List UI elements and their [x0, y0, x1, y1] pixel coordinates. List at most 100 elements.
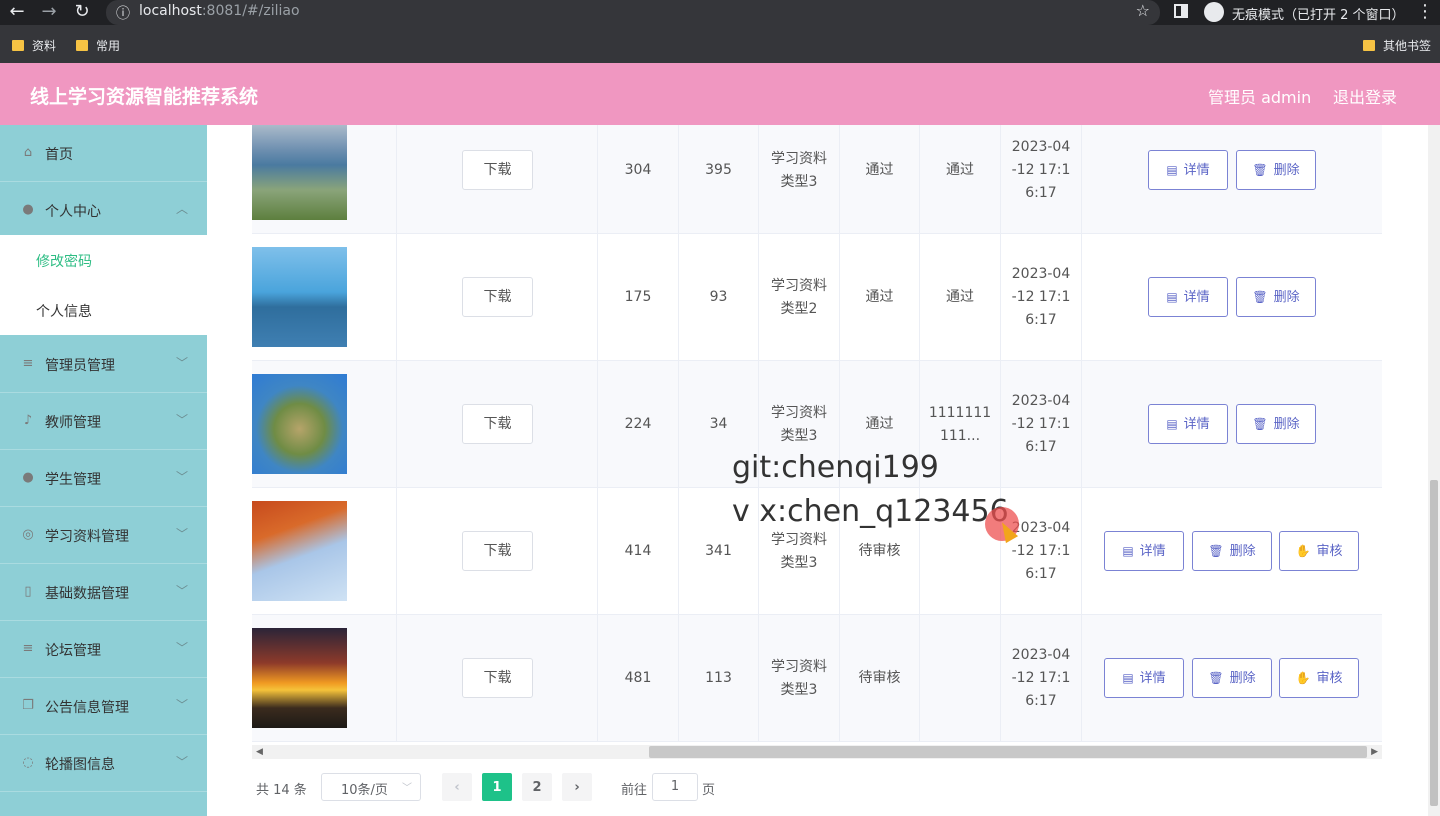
- sidebar-item-label: 学生管理: [45, 472, 101, 488]
- sidebar-item-admin[interactable]: ≡ 管理员管理 ﹀: [0, 336, 207, 393]
- trash-icon: 🗑: [1252, 416, 1268, 431]
- download-button[interactable]: 下载: [462, 150, 533, 190]
- horizontal-scroll-thumb[interactable]: [649, 746, 1367, 758]
- download-button[interactable]: 下载: [462, 404, 533, 444]
- prev-page-button[interactable]: ‹: [442, 773, 472, 801]
- delete-button[interactable]: 🗑 删除: [1236, 150, 1316, 190]
- submenu-label: 修改密码: [36, 254, 92, 270]
- document-icon: ▤: [1166, 162, 1178, 177]
- reload-icon[interactable]: ↻: [71, 1, 93, 23]
- submenu-personal-info[interactable]: 个人信息: [0, 285, 207, 335]
- detail-button[interactable]: ▤ 详情: [1148, 277, 1228, 317]
- page-1-button[interactable]: 1: [482, 773, 512, 801]
- chevron-down-icon: ﹀: [176, 413, 189, 427]
- submenu-change-password[interactable]: 修改密码: [0, 235, 207, 285]
- cell-actions: ▤ 详情 🗑 删除: [1082, 234, 1382, 361]
- cell-col2: 93: [679, 234, 759, 361]
- time-line-1: 2023-04: [1011, 266, 1071, 282]
- watermark-line-1: git:chenqi199: [732, 450, 939, 485]
- reply-line-1: 通过: [946, 289, 974, 305]
- sidebar-item-notice[interactable]: ❐ 公告信息管理 ﹀: [0, 678, 207, 735]
- page-2-button[interactable]: 2: [522, 773, 552, 801]
- delete-button[interactable]: 🗑 删除: [1236, 404, 1316, 444]
- download-button[interactable]: 下载: [462, 531, 533, 571]
- cell-file: 下载: [397, 234, 598, 361]
- list-icon: ≡: [22, 641, 34, 656]
- bookmark-folder-other[interactable]: 其他书签: [1363, 37, 1431, 54]
- type-line-1: 学习资料: [771, 531, 827, 548]
- cell-type: 学习资料 类型3: [759, 125, 840, 234]
- sidebar-item-label: 基础数据管理: [45, 586, 129, 602]
- cell-col1: 481: [598, 615, 679, 742]
- chevron-down-icon: ﹀: [176, 698, 189, 712]
- sidebar-item-label: 轮播图信息: [45, 757, 115, 773]
- trash-icon: 🗑: [1252, 289, 1268, 304]
- sidebar-item-label: 公告信息管理: [45, 700, 129, 716]
- vertical-scrollbar[interactable]: [1428, 125, 1440, 816]
- horizontal-scrollbar[interactable]: ◀ ▶: [252, 745, 1382, 759]
- download-button[interactable]: 下载: [462, 658, 533, 698]
- pagination-total: 共 14 条: [256, 783, 307, 798]
- review-button[interactable]: ✋ 审核: [1279, 531, 1359, 571]
- detail-button-label: 详情: [1183, 289, 1210, 305]
- address-bar[interactable]: ⓘ localhost:8081/#/ziliao ☆: [106, 0, 1160, 25]
- resource-thumbnail: [252, 374, 347, 474]
- type-line-1: 学习资料: [771, 150, 827, 167]
- detail-button-label: 详情: [1139, 670, 1166, 686]
- reply-line-2: 111...: [939, 427, 981, 444]
- detail-button[interactable]: ▤ 详情: [1148, 404, 1228, 444]
- sidebar-item-materials[interactable]: ◎ 学习资料管理 ﹀: [0, 507, 207, 564]
- bookmark-folder-changyong[interactable]: 常用: [76, 37, 120, 54]
- sidebar-item-label: 教师管理: [45, 415, 101, 431]
- goto-page-input[interactable]: 1: [652, 773, 698, 801]
- cell-actions: ▤ 详情 🗑 删除 ✋ 审核: [1082, 615, 1382, 742]
- user-icon: ●: [22, 202, 34, 217]
- sidebar-item-carousel[interactable]: ◌ 轮播图信息 ﹀: [0, 735, 207, 792]
- detail-button[interactable]: ▤ 详情: [1104, 658, 1184, 698]
- cell-image: [252, 361, 397, 488]
- cell-file: 下载: [397, 488, 598, 615]
- trash-icon: 🗑: [1208, 543, 1224, 558]
- sidebar-item-student[interactable]: ● 学生管理 ﹀: [0, 450, 207, 507]
- cell-reply: 通过: [920, 125, 1001, 234]
- delete-button[interactable]: 🗑 删除: [1192, 658, 1272, 698]
- trash-icon: 🗑: [1208, 670, 1224, 685]
- chevron-down-icon: ﹀: [176, 470, 189, 484]
- scroll-right-icon[interactable]: ▶: [1371, 745, 1378, 759]
- vertical-scroll-thumb[interactable]: [1430, 480, 1438, 806]
- tab-search-icon[interactable]: [1174, 4, 1188, 18]
- type-line-1: 学习资料: [771, 404, 827, 421]
- sidebar-item-home[interactable]: ⌂ 首页: [0, 125, 207, 182]
- sidebar-item-base-data[interactable]: ▯ 基础数据管理 ﹀: [0, 564, 207, 621]
- forward-icon[interactable]: →: [38, 1, 60, 23]
- sidebar-item-forum[interactable]: ≡ 论坛管理 ﹀: [0, 621, 207, 678]
- thumb-icon: ✋: [1295, 670, 1311, 685]
- phone-icon: ▯: [24, 584, 32, 599]
- menu-kebab-icon[interactable]: ⋮: [1416, 1, 1434, 22]
- detail-button[interactable]: ▤ 详情: [1148, 150, 1228, 190]
- review-button-label: 审核: [1316, 670, 1343, 686]
- cell-time: 2023-04 -12 17:1 6:17: [1001, 234, 1082, 361]
- review-button[interactable]: ✋ 审核: [1279, 658, 1359, 698]
- next-page-button[interactable]: ›: [562, 773, 592, 801]
- bookmark-folder-ziliao[interactable]: 资料: [12, 37, 56, 54]
- time-line-1: 2023-04: [1011, 520, 1071, 536]
- info-icon[interactable]: ⓘ: [116, 3, 130, 23]
- cell-col2: 113: [679, 615, 759, 742]
- bookmarks-bar: 资料 常用 其他书签: [0, 25, 1440, 63]
- time-line-3: 6:17: [1025, 693, 1057, 709]
- time-line-2: -12 17:1: [1011, 543, 1071, 559]
- scroll-left-icon[interactable]: ◀: [256, 745, 263, 759]
- cell-type: 学习资料 类型2: [759, 234, 840, 361]
- logout-link[interactable]: 退出登录: [1333, 84, 1397, 108]
- back-icon[interactable]: ←: [6, 1, 28, 23]
- download-button[interactable]: 下载: [462, 277, 533, 317]
- sidebar-item-personal-center[interactable]: ● 个人中心 ︿: [0, 182, 207, 239]
- bookmark-star-icon[interactable]: ☆: [1136, 1, 1150, 20]
- type-line-1: 学习资料: [771, 277, 827, 294]
- detail-button[interactable]: ▤ 详情: [1104, 531, 1184, 571]
- delete-button[interactable]: 🗑 删除: [1236, 277, 1316, 317]
- delete-button[interactable]: 🗑 删除: [1192, 531, 1272, 571]
- page-size-select[interactable]: 10条/页 ﹀: [321, 773, 421, 801]
- sidebar-item-teacher[interactable]: ♪ 教师管理 ﹀: [0, 393, 207, 450]
